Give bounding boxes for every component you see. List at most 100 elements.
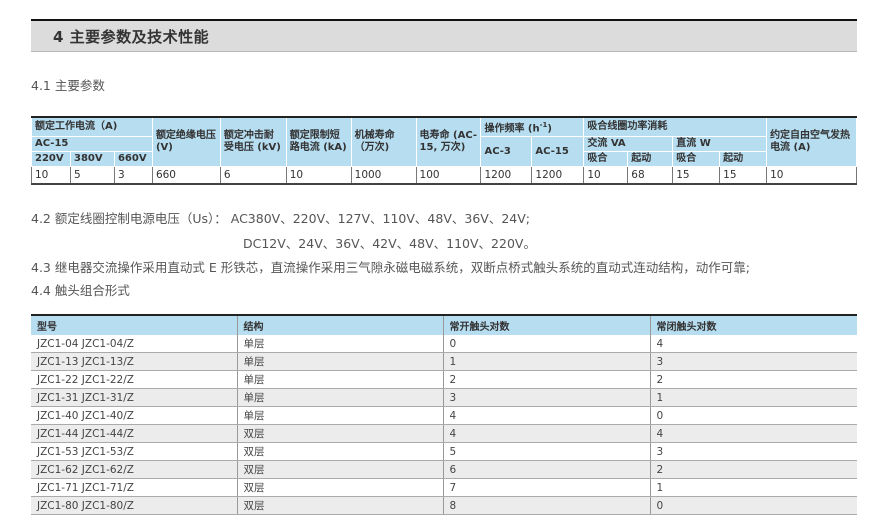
nc-count-cell: 4: [649, 335, 857, 353]
table-cell: 5: [69, 166, 115, 185]
voltage-spec-ac: 4.2 额定线圈控制电源电压（Us）： AC380V、220V、127V、110…: [31, 211, 531, 226]
nc-count-cell: 4: [649, 424, 857, 443]
operation-description: 4.3 继电器交流操作采用直动式 E 形铁芯，直流操作采用三气隙永磁电磁系统，双…: [31, 260, 750, 275]
structure-cell: 单层: [236, 388, 443, 407]
header-freq-ac3: AC-3: [480, 136, 533, 168]
header-insulation-voltage: 额定绝缘电压 (V): [151, 116, 221, 168]
structure-cell: 单层: [236, 370, 443, 389]
contact-combination-table: 型号 结构 常开触头对数 常闭触头对数 JZC1-04 JZC1-04/Z 单层 0…: [31, 314, 857, 515]
header-dc-w: 直流 W: [672, 136, 768, 153]
subsection-title-4-4: 4.4 触头组合形式: [31, 283, 130, 298]
nc-count-cell: 0: [649, 406, 857, 425]
no-count-cell: 4: [442, 406, 650, 425]
model-cell: JZC1-40 JZC1-40/Z: [31, 406, 237, 425]
no-count-cell: 4: [442, 424, 650, 443]
table-cell: 15: [672, 166, 721, 185]
no-count-cell: 8: [442, 496, 650, 515]
no-count-cell: 7: [442, 478, 650, 497]
table-cell: 15: [719, 166, 768, 185]
nc-count-cell: 3: [649, 352, 857, 371]
header-rated-current: 额定工作电流（A): [31, 116, 153, 138]
header-short-circuit-current: 额定限制短路电流 (kA): [285, 116, 352, 168]
header-structure: 结构: [236, 314, 443, 335]
model-cell: JZC1-53 JZC1-53/Z: [31, 442, 237, 461]
table-row: JZC1-13 JZC1-13/Z 单层 1 3: [31, 352, 857, 371]
structure-cell: 单层: [236, 352, 443, 371]
header-electrical-life: 电寿命 (AC-15, 万次): [415, 116, 482, 168]
nc-count-cell: 3: [649, 442, 857, 461]
nc-count-cell: 1: [649, 478, 857, 497]
structure-cell: 双层: [236, 496, 443, 515]
table-row: JZC1-04 JZC1-04/Z 单层 0 4: [31, 335, 857, 353]
table-row: JZC1-44 JZC1-44/Z 双层 4 4: [31, 424, 857, 443]
header-ac-pull: 吸合: [583, 151, 629, 168]
table-row: JZC1-53 JZC1-53/Z 双层 5 3: [31, 442, 857, 461]
header-nc-contacts: 常闭触头对数: [649, 314, 857, 335]
table-cell: 660: [151, 166, 221, 185]
header-operating-frequency: 操作频率 (h-1): [480, 116, 585, 138]
nc-count-cell: 2: [649, 370, 857, 389]
main-params-table: 额定工作电流（A) 额定绝缘电压 (V) 额定冲击耐受电压 (kV) 额定限制短…: [31, 116, 857, 185]
table-cell: 6: [219, 166, 287, 185]
header-220v: 220V: [31, 151, 71, 168]
header-660v: 660V: [113, 151, 153, 168]
table-cell: 10: [285, 166, 352, 185]
header-ac-start: 起动: [627, 151, 674, 168]
nc-count-cell: 0: [649, 496, 857, 515]
table-row: JZC1-71 JZC1-71/Z 双层 7 1: [31, 478, 857, 497]
no-count-cell: 1: [442, 352, 650, 371]
table-cell: 10: [766, 166, 857, 185]
header-ac-va: 交流 VA: [583, 136, 674, 153]
subsection-title-4-1: 4.1 主要参数: [31, 78, 105, 93]
header-380v: 380V: [69, 151, 115, 168]
header-coil-power: 吸合线圈功率消耗: [583, 116, 768, 138]
section-title: 4 主要参数及技术性能: [53, 28, 210, 46]
header-model: 型号: [31, 314, 237, 335]
model-cell: JZC1-80 JZC1-80/Z: [31, 496, 237, 515]
model-cell: JZC1-04 JZC1-04/Z: [31, 335, 237, 353]
table-row: JZC1-80 JZC1-80/Z 双层 8 0: [31, 496, 857, 515]
structure-cell: 双层: [236, 460, 443, 479]
no-count-cell: 6: [442, 460, 650, 479]
header-thermal-current: 约定自由空气发热电流 (A): [766, 116, 857, 168]
no-count-cell: 0: [442, 335, 650, 353]
table-cell: 100: [415, 166, 482, 185]
table-row: 10 5 3 660 6 10 1000 100 1200 1200 10 68…: [31, 166, 857, 185]
header-no-contacts: 常开触头对数: [442, 314, 650, 335]
table-cell: 1200: [480, 166, 533, 185]
model-cell: JZC1-13 JZC1-13/Z: [31, 352, 237, 371]
structure-cell: 双层: [236, 478, 443, 497]
model-cell: JZC1-71 JZC1-71/Z: [31, 478, 237, 497]
model-cell: JZC1-22 JZC1-22/Z: [31, 370, 237, 389]
table-row: JZC1-31 JZC1-31/Z 单层 3 1: [31, 388, 857, 407]
no-count-cell: 2: [442, 370, 650, 389]
no-count-cell: 3: [442, 388, 650, 407]
table-cell: 68: [627, 166, 674, 185]
structure-cell: 双层: [236, 424, 443, 443]
table-cell: 1000: [350, 166, 417, 185]
model-cell: JZC1-31 JZC1-31/Z: [31, 388, 237, 407]
structure-cell: 单层: [236, 335, 443, 353]
table-cell: 10: [583, 166, 629, 185]
table-row: JZC1-40 JZC1-40/Z 单层 4 0: [31, 406, 857, 425]
header-freq-ac15: AC-15: [531, 136, 585, 168]
model-cell: JZC1-62 JZC1-62/Z: [31, 460, 237, 479]
header-dc-pull: 吸合: [672, 151, 721, 168]
table-row: JZC1-62 JZC1-62/Z 双层 6 2: [31, 460, 857, 479]
voltage-spec-dc: DC12V、24V、36V、42V、48V、110V、220V。: [243, 236, 536, 251]
header-dc-start: 起动: [719, 151, 768, 168]
table-row: JZC1-22 JZC1-22/Z 单层 2 2: [31, 370, 857, 389]
nc-count-cell: 2: [649, 460, 857, 479]
section-header: 4 主要参数及技术性能: [31, 19, 857, 52]
structure-cell: 双层: [236, 442, 443, 461]
table-cell: 10: [31, 166, 71, 185]
table-cell: 3: [113, 166, 153, 185]
header-impulse-voltage: 额定冲击耐受电压 (kV): [219, 116, 287, 168]
model-cell: JZC1-44 JZC1-44/Z: [31, 424, 237, 443]
nc-count-cell: 1: [649, 388, 857, 407]
structure-cell: 单层: [236, 406, 443, 425]
header-mechanical-life: 机械寿命（万次): [350, 116, 417, 168]
no-count-cell: 5: [442, 442, 650, 461]
table-cell: 1200: [531, 166, 585, 185]
header-ac15: AC-15: [31, 136, 153, 153]
